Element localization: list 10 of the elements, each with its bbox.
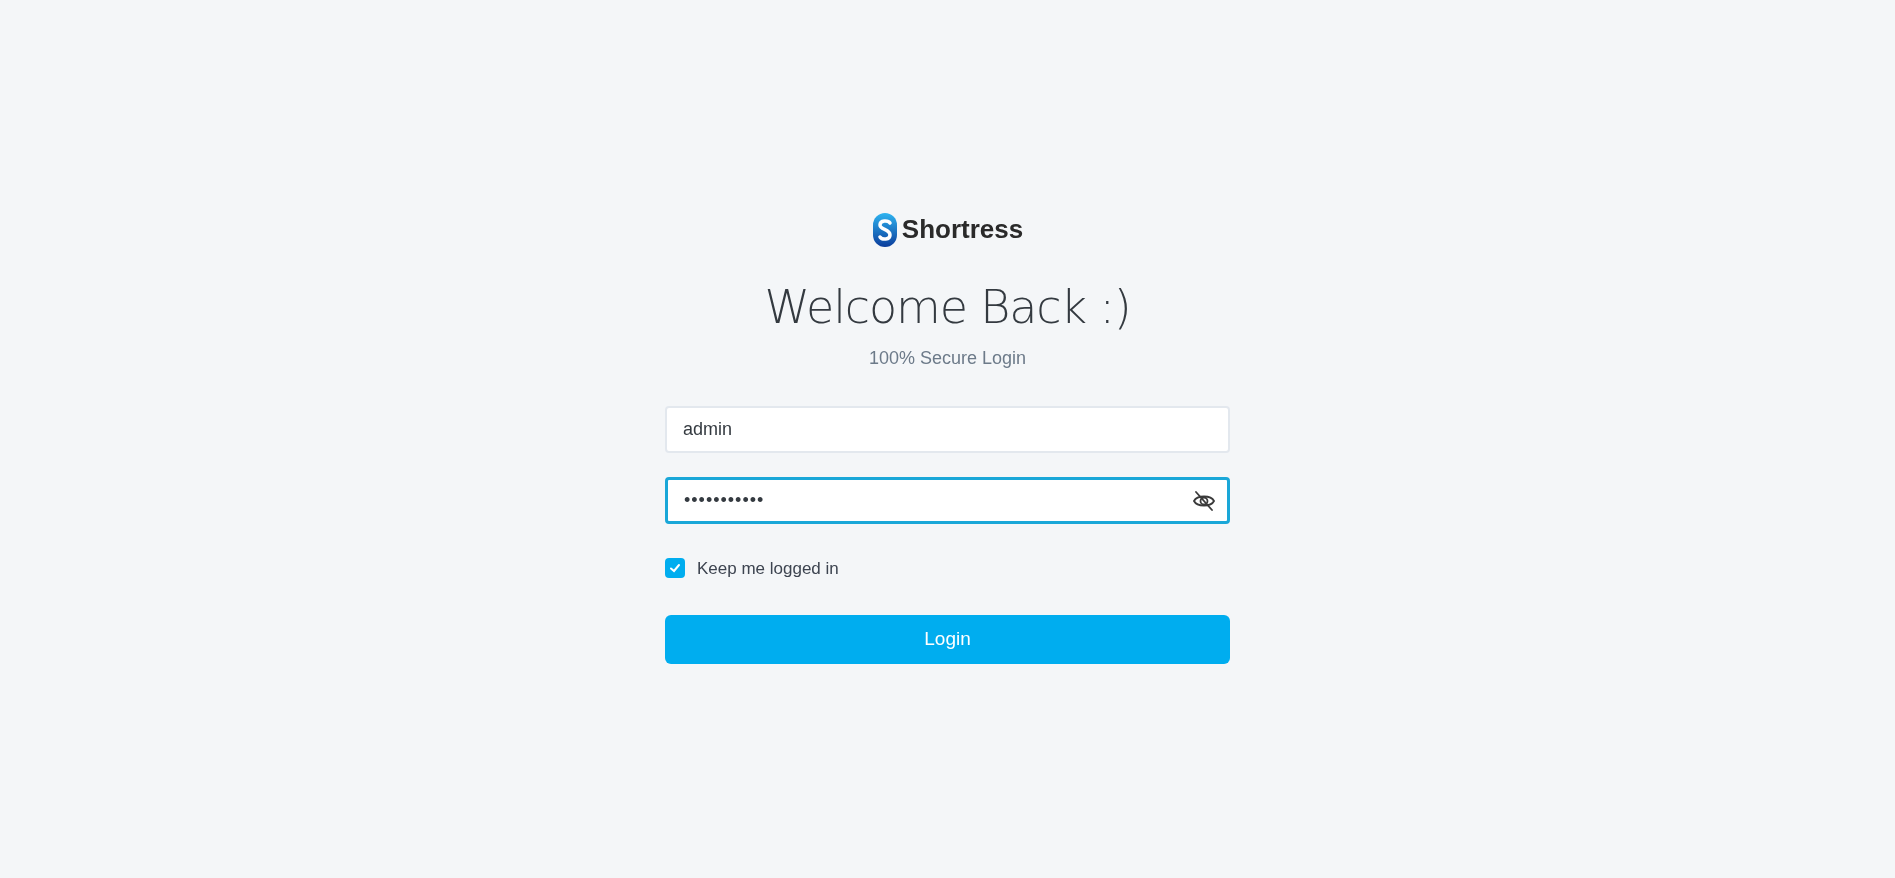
remember-checkbox[interactable] — [665, 558, 685, 579]
logo-icon — [871, 211, 898, 248]
subtitle: 100% Secure Login — [868, 346, 1027, 370]
logo-text: Shortress — [901, 213, 1024, 246]
check-icon — [669, 562, 681, 575]
remember-label: Keep me logged in — [697, 557, 839, 580]
eye-slash-icon[interactable] — [1192, 488, 1216, 513]
welcome-heading: Welcome Back :) — [764, 279, 1131, 336]
username-field[interactable]: admin — [665, 405, 1230, 453]
password-field[interactable]: ••••••••••• — [665, 476, 1230, 524]
